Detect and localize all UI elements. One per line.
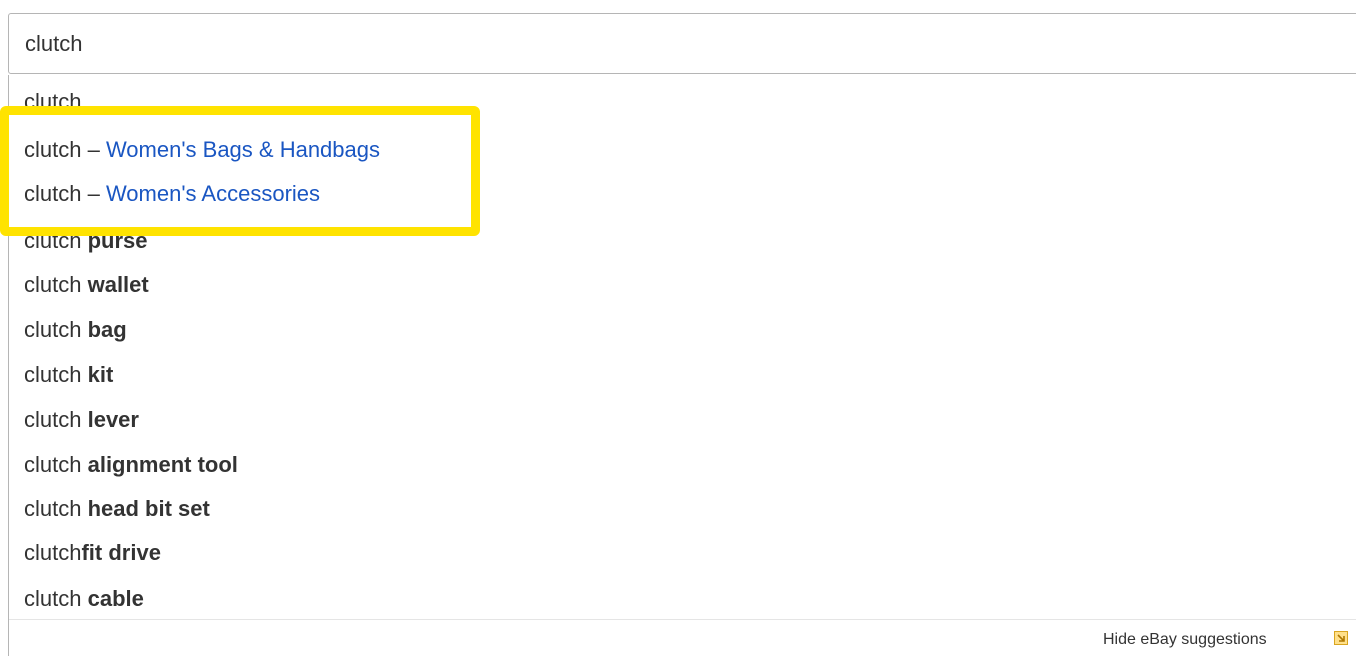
suggestion-prefix: clutch: [24, 496, 88, 521]
suggestion-item-category[interactable]: clutch – Women's Accessories: [24, 172, 320, 216]
suggestion-prefix: clutch: [24, 272, 88, 297]
search-input[interactable]: [25, 14, 1345, 73]
suggestion-item[interactable]: clutch cable: [24, 576, 144, 621]
suggestion-prefix: clutch –: [24, 181, 106, 206]
suggestion-completion: wallet: [87, 272, 149, 297]
suggestion-category-link[interactable]: Women's Bags & Handbags: [106, 137, 380, 162]
page: clutch clutch – Women's Bags & Handbags …: [0, 0, 1356, 656]
suggestion-item[interactable]: clutch kit: [24, 352, 113, 397]
expand-arrow-icon[interactable]: [1334, 631, 1348, 645]
suggestion-completion: kit: [87, 362, 114, 387]
suggestion-item[interactable]: clutch alignment tool: [24, 442, 238, 487]
suggestion-prefix: clutch: [24, 407, 88, 432]
suggestion-item[interactable]: clutch bag: [24, 307, 127, 352]
suggestion-prefix: clutch: [24, 452, 88, 477]
suggestion-prefix: clutch: [24, 362, 88, 387]
search-box: [8, 13, 1356, 74]
suggestion-prefix: clutch –: [24, 137, 106, 162]
suggestion-completion: cable: [87, 586, 144, 611]
suggestion-completion: lever: [87, 407, 139, 432]
suggestion-item[interactable]: clutch lever: [24, 397, 139, 442]
hide-suggestions-link[interactable]: Hide eBay suggestions: [1103, 620, 1267, 656]
suggestion-completion: alignment tool: [87, 452, 238, 477]
suggestion-completion: head bit set: [87, 496, 210, 521]
suggestion-prefix: clutch: [24, 540, 82, 565]
suggestion-item-category[interactable]: clutch – Women's Bags & Handbags: [24, 128, 380, 172]
suggestion-completion: bag: [87, 317, 127, 342]
suggestion-item[interactable]: clutchfit drive: [24, 530, 161, 575]
suggestion-item[interactable]: clutch wallet: [24, 262, 149, 307]
suggestion-prefix: clutch: [24, 317, 88, 342]
suggestion-completion: fit drive: [81, 540, 161, 565]
suggestion-prefix: clutch: [24, 586, 88, 611]
suggestion-category-link[interactable]: Women's Accessories: [106, 181, 320, 206]
suggestions-footer: Hide eBay suggestions: [9, 619, 1356, 656]
highlight-callout: clutch – Women's Bags & Handbags clutch …: [0, 106, 480, 236]
suggestion-item[interactable]: clutch head bit set: [24, 486, 210, 531]
